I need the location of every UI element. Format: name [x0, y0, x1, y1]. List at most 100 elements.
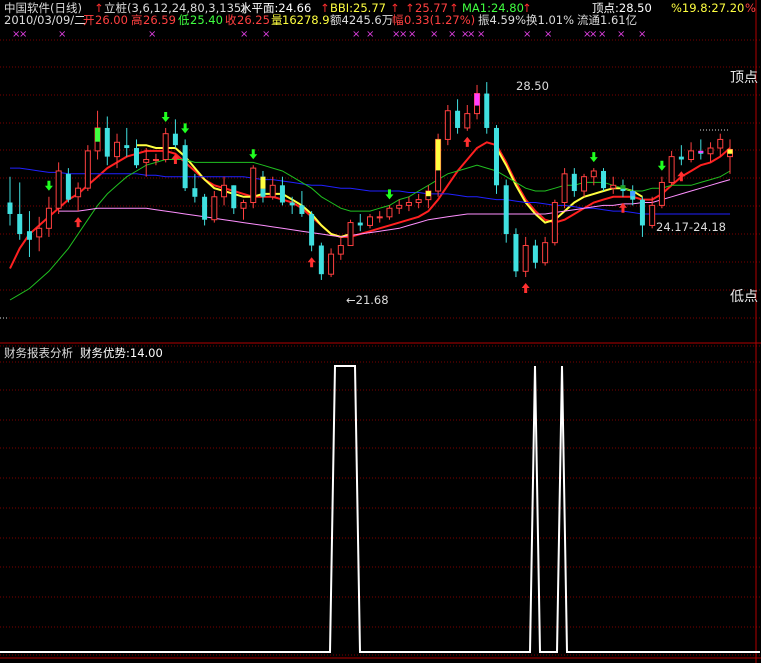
lower-panel-title: 财务报表分析 [4, 346, 73, 360]
signal-mark: × [544, 29, 552, 40]
low-label: 低 [178, 13, 190, 27]
series-line-line5 [58, 179, 731, 238]
high-price-label: 28.50 [516, 79, 549, 93]
close-label: 收 [225, 13, 237, 27]
signal-mark: × [430, 29, 438, 40]
candle-body [231, 185, 237, 209]
signal-mark: × [148, 29, 156, 40]
financial-advantage-line [0, 365, 760, 653]
candle-body [551, 202, 558, 244]
signal-mark: × [352, 29, 360, 40]
candle-body [211, 196, 218, 221]
candle-body [415, 199, 422, 204]
signal-mark: × [638, 29, 646, 40]
signal-mark: × [589, 29, 597, 40]
highlight-bar [620, 185, 626, 189]
signal-mark: × [262, 29, 270, 40]
signal-mark: × [19, 29, 27, 40]
chart-canvas[interactable]: ×× × × × × × × ×× × × × ×× × × × ×× × × × [0, 0, 761, 663]
candle-body [289, 202, 295, 206]
buy-arrow-icon [74, 217, 83, 228]
signal-mark: × [366, 29, 374, 40]
candle-body [240, 202, 247, 209]
candle-body [309, 213, 315, 246]
highlight-bar [698, 150, 704, 153]
turnover-value: 换1.01% [526, 13, 575, 27]
candle-body [707, 147, 714, 155]
candle-body [396, 204, 403, 209]
candle-body [318, 245, 324, 275]
sell-arrow-icon [161, 111, 170, 122]
candle-body [279, 185, 285, 203]
candle-body [649, 204, 656, 226]
signal-mark: × [399, 29, 407, 40]
stock-chart-window: × × × × × × × × × × × × × × × × × × × × × × × 中国软件(日线) ↑ 立桩(3,… [0, 0, 761, 663]
sell-arrow-icon [657, 160, 666, 171]
candle-body [386, 207, 393, 218]
candle-body [444, 110, 451, 140]
signal-mark: × [240, 29, 248, 40]
highlight-bar [727, 149, 733, 154]
candle-body [152, 158, 159, 161]
candle-body [455, 110, 461, 128]
candle-body [328, 253, 335, 275]
candle-body [668, 156, 675, 183]
candle-body [484, 93, 490, 128]
candle-body [367, 216, 373, 226]
top-point-label: 顶点 [730, 70, 758, 86]
open-value: 26.00 [95, 13, 128, 27]
low-value: 25.40 [190, 13, 223, 27]
change-value: 0.33(1.27%) [404, 13, 476, 27]
candle-body [84, 150, 91, 189]
candle-body [36, 227, 43, 238]
buy-arrow-icon [307, 257, 316, 268]
percent-label: % [745, 1, 756, 15]
buy-arrow-icon [463, 136, 472, 147]
candle-body [299, 205, 305, 214]
range-label: 24.17-24.18 [656, 220, 726, 234]
candle-body [250, 167, 257, 204]
candle-body [269, 184, 276, 198]
candle-body [55, 170, 62, 209]
bottom-point-label: 低点 [730, 289, 758, 305]
candle-body [192, 188, 198, 197]
sell-arrow-icon [44, 180, 53, 191]
low-price-label: ←21.68 [346, 293, 389, 307]
candle-body [658, 181, 665, 206]
candle-body [522, 245, 529, 272]
candle-body [124, 145, 130, 149]
ratio-value: %19.8:27.20 [671, 1, 745, 15]
candle-body [337, 245, 344, 255]
signal-mark: × [58, 29, 66, 40]
candle-body [221, 184, 228, 198]
signal-mark: × [477, 29, 485, 40]
candle-body [532, 245, 538, 263]
candle-body [581, 176, 588, 192]
highlight-bar [474, 93, 480, 106]
candle-body [114, 141, 121, 158]
amount-value: 额4245.6万 [330, 13, 394, 27]
signal-mark: × [448, 29, 456, 40]
series-line-line4 [9, 159, 731, 301]
sell-arrow-icon [589, 152, 598, 163]
sell-arrow-icon [181, 123, 190, 134]
candle-body [561, 173, 568, 204]
signal-mark: × [467, 29, 475, 40]
candle-body [513, 234, 519, 272]
signal-mark: × [523, 29, 531, 40]
highlight-bar [95, 127, 101, 142]
candle-body [542, 242, 549, 264]
open-label: 开 [83, 13, 95, 27]
candle-body [7, 202, 13, 214]
high-label: 高 [131, 13, 143, 27]
candle-body [571, 173, 577, 192]
signal-mark: × [598, 29, 606, 40]
candle-body [678, 156, 684, 160]
candle-body [75, 187, 82, 198]
candle-body [688, 150, 695, 160]
candle-body [639, 199, 645, 226]
change-label: 幅 [392, 13, 404, 27]
candle-body [376, 216, 383, 219]
candle-body [17, 213, 23, 235]
close-value: 26.25 [237, 13, 270, 27]
